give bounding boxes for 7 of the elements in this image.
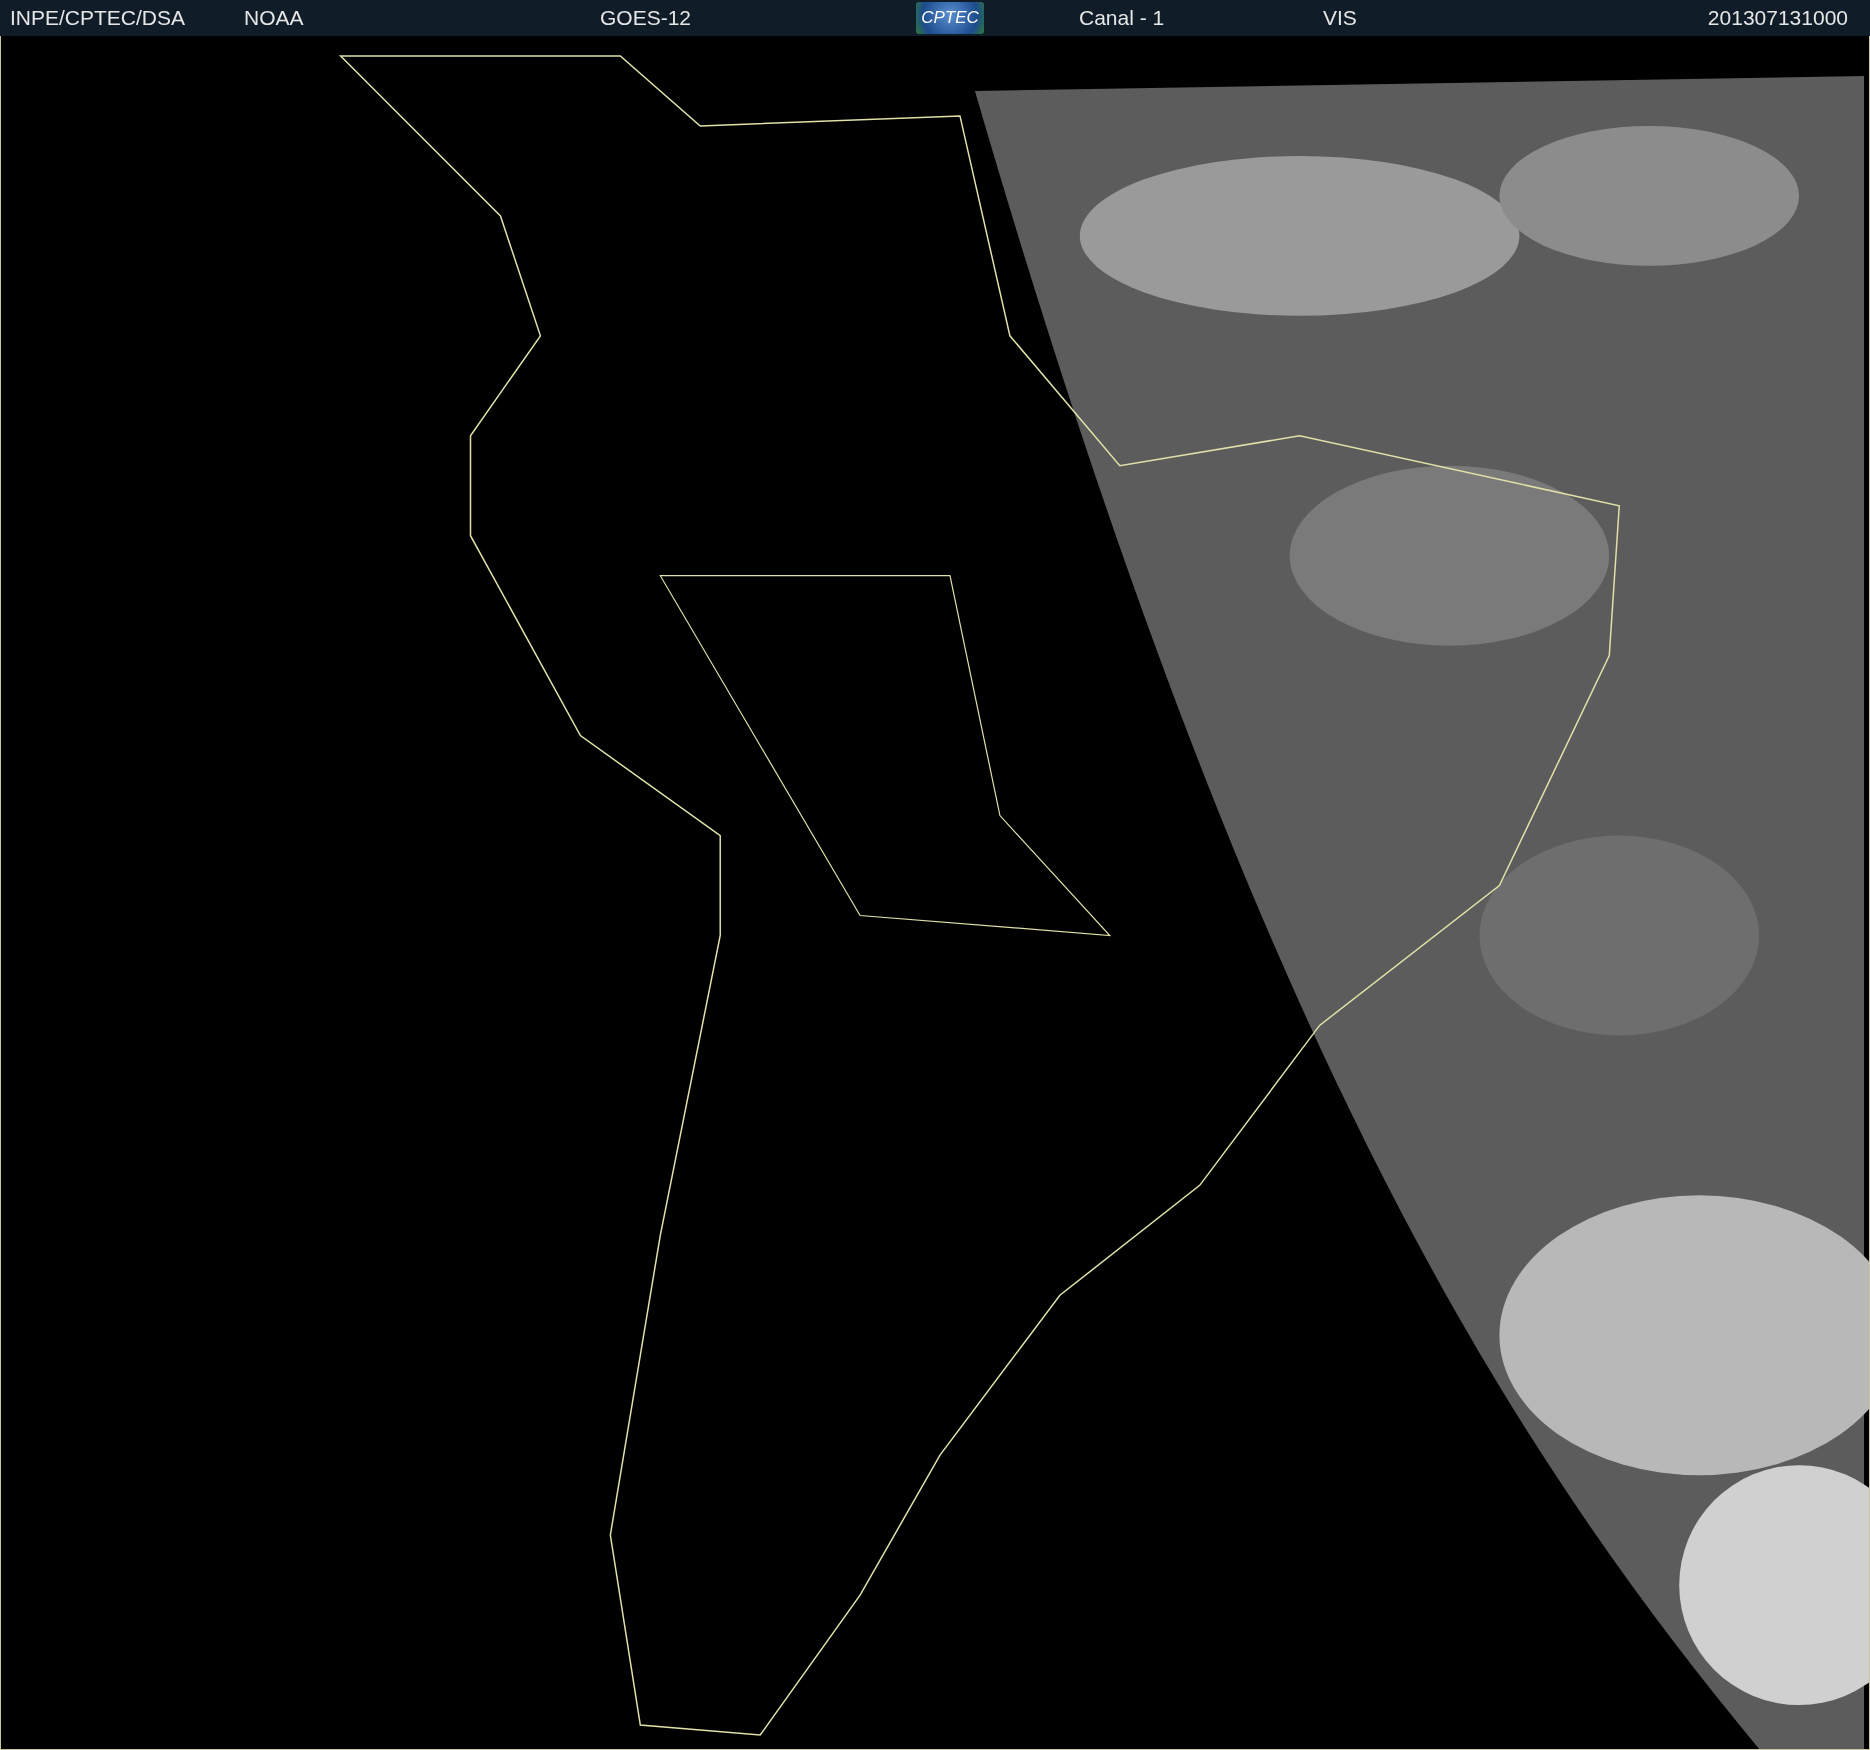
- agency-label: NOAA: [244, 6, 305, 30]
- logo: CPTEC: [916, 2, 984, 34]
- source-label: INPE/CPTEC/DSA: [10, 6, 187, 30]
- channel-label: Canal - 1: [1079, 6, 1166, 30]
- timestamp-label: 201307131000: [1707, 6, 1848, 30]
- satellite-label: GOES-12: [600, 6, 693, 30]
- band-label: VIS: [1323, 6, 1358, 30]
